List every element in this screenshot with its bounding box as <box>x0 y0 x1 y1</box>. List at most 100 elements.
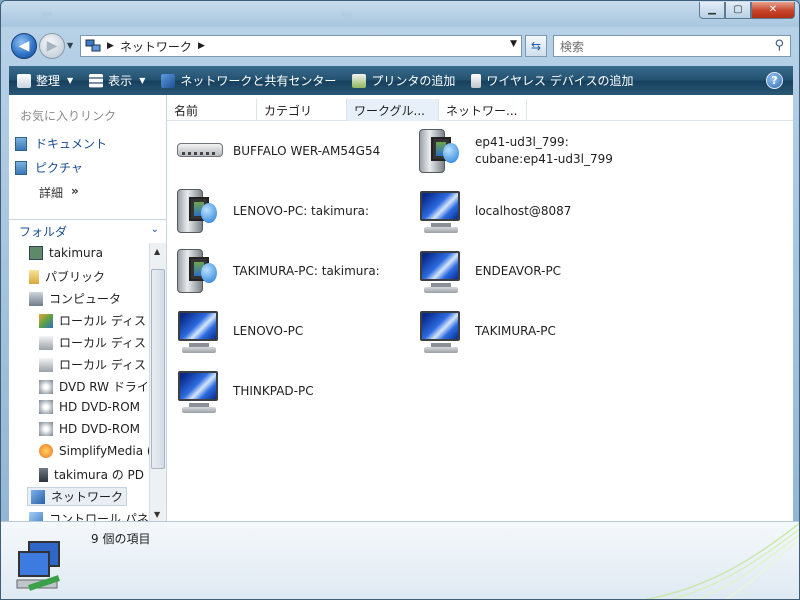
breadcrumb-expand-icon[interactable]: ▶ <box>198 41 205 51</box>
double-chevron-right-icon: » <box>71 184 79 198</box>
tree-item-local-disk-c[interactable]: ローカル ディス <box>39 312 146 329</box>
router-icon <box>175 127 223 175</box>
media-server-icon <box>175 247 223 295</box>
minimize-icon: ▁ <box>708 4 716 15</box>
tree-label: HD DVD-ROM <box>59 422 141 436</box>
device-name: BUFFALO WER-AM54G54 <box>233 143 381 158</box>
favorites-more-link[interactable]: 詳細 » <box>39 184 79 201</box>
chevron-down-icon: ▼ <box>139 76 146 85</box>
device-tile[interactable]: ENDEAVOR-PC <box>417 247 561 295</box>
refresh-icon: ⇆ <box>530 39 542 53</box>
tree-item-dvd-rw[interactable]: DVD RW ドライ <box>39 378 149 395</box>
scroll-up-icon[interactable]: ▲ <box>154 247 160 256</box>
device-tile[interactable]: LENOVO-PC: takimura: <box>175 187 369 235</box>
simplifymedia-icon <box>39 444 53 458</box>
favorite-documents[interactable]: ドキュメント <box>15 135 107 152</box>
control-panel-icon <box>29 511 43 521</box>
chevron-down-icon: ▼ <box>67 76 74 85</box>
tree-item-control-panel[interactable]: コントロール パネ <box>29 510 149 521</box>
history-dropdown[interactable]: ▼ <box>67 41 73 50</box>
blurred-title-left: … <box>41 5 52 18</box>
computer-icon <box>417 247 465 295</box>
device-name: ep41-ud3l_799: cubane:ep41-ud3l_799 <box>475 134 613 168</box>
folders-header[interactable]: フォルダ ⌄ <box>9 219 167 243</box>
pda-icon <box>39 467 48 482</box>
favorite-label: ピクチャ <box>35 161 83 175</box>
tree-label: ネットワーク <box>51 490 124 504</box>
forward-arrow-icon: ▶ <box>46 38 58 54</box>
device-tile[interactable]: THINKPAD-PC <box>175 367 314 415</box>
dvd-drive-icon <box>39 379 53 394</box>
organize-icon <box>17 73 31 88</box>
os-drive-icon <box>39 313 53 328</box>
tree-item-hd-dvd-1[interactable]: HD DVD-ROM <box>39 400 140 414</box>
tree-label: SimplifyMedia ( <box>59 444 149 458</box>
column-headers: 名前 カテゴリ ワークグル... ネットワー... <box>167 99 793 121</box>
add-printer-button[interactable]: プリンタの追加 <box>344 72 463 89</box>
tree-label: ローカル ディス <box>59 336 146 350</box>
help-icon[interactable]: ? <box>766 72 783 89</box>
tree-item-user[interactable]: takimura <box>29 246 103 260</box>
tree-item-network[interactable]: ネットワーク <box>27 487 128 506</box>
network-icon <box>31 489 45 504</box>
tree-label: コンピュータ <box>49 292 122 306</box>
column-header-name[interactable]: 名前 <box>167 99 257 121</box>
tree-item-local-disk-d[interactable]: ローカル ディス <box>39 334 146 351</box>
forward-button[interactable]: ▶ <box>39 33 65 59</box>
views-label: 表示 <box>108 74 133 88</box>
chevron-down-icon: ⌄ <box>150 224 159 235</box>
device-tile[interactable]: LENOVO-PC <box>175 307 303 355</box>
refresh-button[interactable]: ⇆ <box>525 35 547 57</box>
explorer-window: … … ▁ ▢ ✕ ◀ ▶ ▼ ▶ ネットワーク ▶ ▼ ⇆ 検索 ⚲ 整理 ▼… <box>0 0 800 600</box>
file-list-pane: 名前 カテゴリ ワークグル... ネットワー... BUFFALO WER-AM… <box>167 95 793 521</box>
column-header-network[interactable]: ネットワー... <box>439 99 527 121</box>
breadcrumb-item-network[interactable]: ネットワーク <box>120 38 192 55</box>
search-input[interactable]: 検索 ⚲ <box>553 35 791 57</box>
minimize-button[interactable]: ▁ <box>699 2 725 19</box>
network-computers-icon <box>16 541 60 591</box>
device-tile[interactable]: TAKIMURA-PC: takimura: <box>175 247 380 295</box>
scrollbar-thumb[interactable] <box>151 269 165 469</box>
computer-icon <box>417 307 465 355</box>
computer-icon <box>29 291 43 306</box>
breadcrumb-separator-icon: ▶ <box>107 41 114 51</box>
device-tile[interactable]: ep41-ud3l_799: cubane:ep41-ud3l_799 <box>417 127 613 175</box>
pictures-icon <box>15 160 27 175</box>
device-tile[interactable]: BUFFALO WER-AM54G54 <box>175 127 380 175</box>
network-center-label: ネットワークと共有センター <box>180 74 337 88</box>
breadcrumb: ▶ ネットワーク ▶ <box>81 38 205 55</box>
views-button[interactable]: 表示 ▼ <box>81 72 153 89</box>
network-center-button[interactable]: ネットワークと共有センター <box>153 72 344 89</box>
tree-item-computer[interactable]: コンピュータ <box>29 290 121 307</box>
close-button[interactable]: ✕ <box>751 2 795 19</box>
tree-item-hd-dvd-2[interactable]: HD DVD-ROM <box>39 422 140 436</box>
favorite-pictures[interactable]: ピクチャ <box>15 159 83 176</box>
folder-tree-scrollbar[interactable]: ▲ ▼ <box>149 243 166 521</box>
tree-item-public[interactable]: パブリック <box>29 268 105 285</box>
scroll-down-icon[interactable]: ▼ <box>154 510 160 519</box>
maximize-button[interactable]: ▢ <box>725 2 751 19</box>
column-header-workgroup[interactable]: ワークグル... <box>347 99 439 121</box>
computer-icon <box>175 367 223 415</box>
address-bar[interactable]: ▶ ネットワーク ▶ ▼ <box>80 35 522 57</box>
tree-item-simplifymedia[interactable]: SimplifyMedia ( <box>39 444 149 458</box>
tree-item-local-disk-e[interactable]: ローカル ディス <box>39 356 146 373</box>
organize-button[interactable]: 整理 ▼ <box>9 72 81 89</box>
blurred-title-right: … <box>341 5 352 18</box>
column-header-category[interactable]: カテゴリ <box>257 99 347 121</box>
device-tile[interactable]: TAKIMURA-PC <box>417 307 556 355</box>
back-button[interactable]: ◀ <box>11 33 37 59</box>
tree-item-pda[interactable]: takimura の PD <box>39 466 144 483</box>
device-tile[interactable]: localhost@8087 <box>417 187 571 235</box>
user-folder-icon <box>29 246 43 260</box>
add-wireless-button[interactable]: ワイヤレス デバイスの追加 <box>463 72 641 89</box>
network-icon <box>85 39 101 52</box>
search-icon[interactable]: ⚲ <box>774 38 784 53</box>
more-label: 詳細 <box>39 186 64 200</box>
tree-label: DVD RW ドライ <box>59 380 149 394</box>
folders-header-label: フォルダ <box>19 225 68 239</box>
title-bar[interactable]: … … ▁ ▢ ✕ <box>1 1 799 27</box>
device-name-line2: cubane:ep41-ud3l_799 <box>475 152 613 166</box>
media-server-icon <box>175 187 223 235</box>
address-dropdown-icon[interactable]: ▼ <box>510 39 517 49</box>
